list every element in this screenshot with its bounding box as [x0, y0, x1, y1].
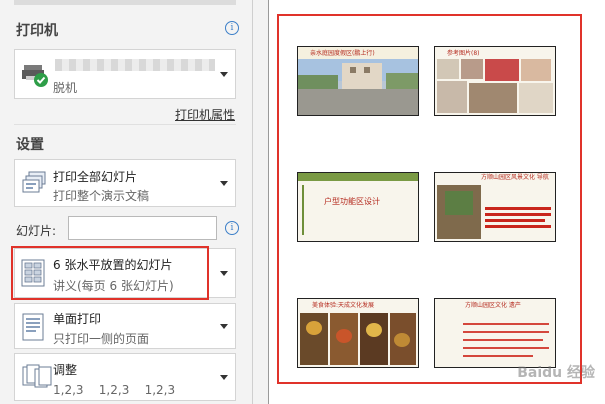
info-icon[interactable]: i — [225, 221, 239, 235]
sides-subtitle: 只打印一侧的页面 — [53, 332, 150, 346]
printer-properties-link[interactable]: 打印机属性 — [175, 106, 235, 123]
watermark: Baidu 经验 — [517, 365, 595, 381]
info-icon[interactable]: i — [225, 21, 239, 35]
scroll-top-bar — [14, 0, 236, 5]
printer-section-title: 打印机 — [16, 23, 58, 39]
highlight-box-preview — [277, 14, 582, 384]
chevron-down-icon — [220, 72, 228, 77]
settings-section-title: 设置 — [16, 137, 44, 153]
chevron-down-icon — [220, 324, 228, 329]
chevron-down-icon — [220, 271, 228, 276]
collate-title: 调整 — [53, 363, 78, 377]
chevron-down-icon — [220, 181, 228, 186]
collate-subtitle: 1,2,3 1,2,3 1,2,3 — [53, 383, 176, 397]
printer-select[interactable]: 脱机 — [14, 49, 236, 99]
chevron-down-icon — [220, 375, 228, 380]
highlight-box-layout — [11, 246, 209, 300]
print-range-subtitle: 打印整个演示文稿 — [53, 189, 150, 203]
slides-stack-icon — [22, 171, 46, 193]
printer-name-blurred — [55, 59, 215, 71]
slides-label: 幻灯片: — [16, 224, 57, 238]
slides-input[interactable] — [68, 216, 217, 240]
print-preview: 亲水庭园度假区(鹏上行) 参考图片(8) 户型功能区设计 方顺山园区风景文化 导… — [269, 0, 605, 404]
print-range-title: 打印全部幻灯片 — [53, 170, 138, 184]
sides-title: 单面打印 — [53, 312, 102, 326]
collate-select[interactable]: 调整 1,2,3 1,2,3 1,2,3 — [14, 353, 236, 401]
single-sided-icon — [22, 313, 44, 341]
sides-select[interactable]: 单面打印 只打印一侧的页面 — [14, 303, 236, 349]
printer-icon — [22, 65, 48, 87]
print-settings-panel: 打印机 i 脱机 打印机属性 设置 打印全部幻灯片 打印整个演示文稿 幻灯片: … — [0, 0, 252, 404]
printer-status: 脱机 — [53, 81, 78, 95]
print-range-select[interactable]: 打印全部幻灯片 打印整个演示文稿 — [14, 159, 236, 207]
panel-gap — [253, 0, 268, 404]
collate-icon — [22, 364, 52, 388]
divider — [14, 124, 236, 125]
